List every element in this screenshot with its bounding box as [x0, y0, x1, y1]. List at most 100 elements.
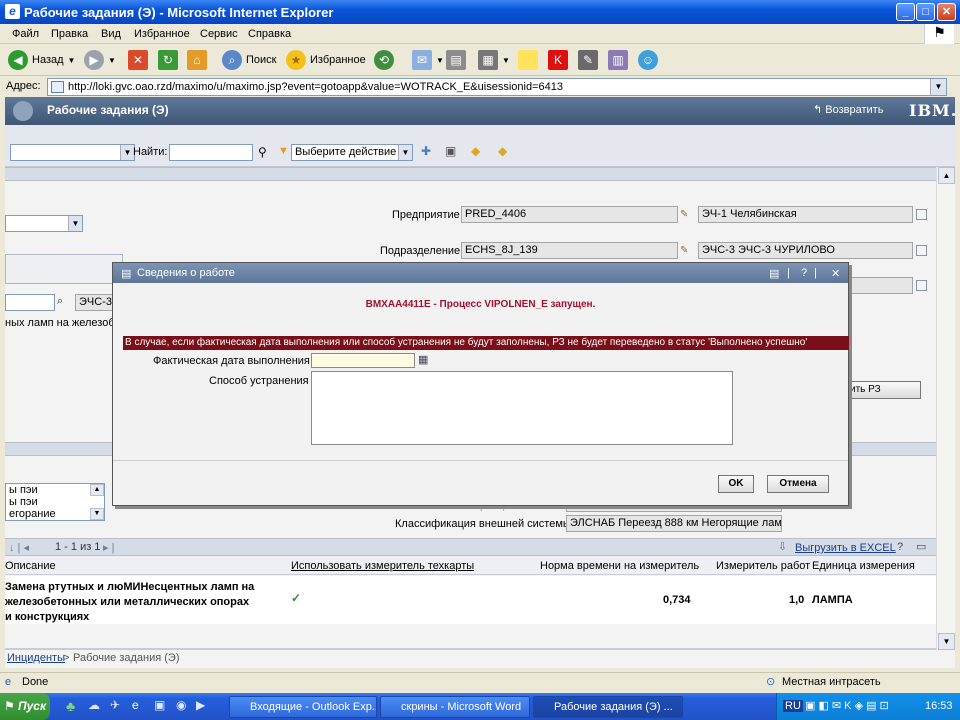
detail-menu-icon[interactable]: ✎: [680, 210, 690, 220]
pager-next-icon[interactable]: ▸ |: [103, 541, 114, 554]
next-icon[interactable]: ◆: [498, 144, 507, 158]
page-scrollbar[interactable]: ▲ ▼: [936, 167, 955, 650]
messenger-button[interactable]: ☺: [638, 49, 658, 71]
action-select[interactable]: Выберите действие ▼: [291, 144, 413, 161]
quicklaunch-icon[interactable]: ✈: [110, 698, 120, 712]
collapse-icon[interactable]: ▭: [916, 540, 926, 553]
list-icon[interactable]: [916, 280, 927, 291]
division-label: Подразделение: [380, 245, 461, 257]
enterprise-label: Предприятие: [392, 209, 460, 221]
list-icon[interactable]: [916, 209, 927, 220]
detail-menu-icon[interactable]: ✎: [680, 246, 690, 256]
query-select[interactable]: ▼: [10, 144, 135, 161]
problem-list[interactable]: ы пэи ы пэи егорание ▲ ▼: [5, 483, 105, 521]
col-norm-time[interactable]: Норма времени на измеритель: [540, 560, 699, 572]
language-indicator[interactable]: RU: [783, 700, 803, 712]
menu-view[interactable]: Вид: [101, 28, 121, 40]
clock: 16:53: [925, 700, 953, 712]
find-input[interactable]: [169, 144, 253, 161]
save-icon[interactable]: ▣: [445, 144, 456, 158]
tool-icon: ✎: [578, 50, 598, 70]
kaspersky-icon: K: [548, 50, 568, 70]
refresh-icon: ↻: [158, 50, 178, 70]
quicklaunch-icon[interactable]: ◉: [176, 698, 186, 712]
breadcrumb-link[interactable]: Инциденты: [7, 652, 65, 664]
menu-help[interactable]: Справка: [248, 28, 291, 40]
use-meter-checkbox[interactable]: ✓: [291, 592, 302, 604]
maximize-button[interactable]: □: [916, 3, 935, 21]
forward-button[interactable]: ▶ ▼: [84, 49, 116, 71]
back-button[interactable]: ◀ Назад ▼: [8, 49, 75, 71]
binoculars-icon[interactable]: ⚲: [258, 145, 267, 159]
download-icon[interactable]: ⇩: [778, 540, 787, 553]
menu-tools[interactable]: Сервис: [200, 28, 238, 40]
address-label: Адрес:: [6, 80, 41, 92]
quicklaunch-icon[interactable]: ▣: [154, 698, 165, 712]
quicklaunch-tree-icon[interactable]: ♣: [66, 698, 75, 714]
quicklaunch-media-icon[interactable]: ▶: [196, 698, 205, 712]
close-button[interactable]: ✕: [937, 3, 956, 21]
return-link[interactable]: ↰ Возвратить: [813, 103, 883, 116]
scroll-down-icon[interactable]: ▼: [938, 633, 955, 650]
home-button[interactable]: ⌂: [187, 49, 207, 71]
ext-class-input[interactable]: ЭЛСНАБ Переезд 888 км Негорящие лампы: [566, 515, 782, 532]
search-button[interactable]: ⌕ Поиск: [222, 49, 276, 71]
history-button[interactable]: ⟲: [374, 49, 394, 71]
side-action-button[interactable]: ить РЗ: [841, 381, 921, 399]
kaspersky-button[interactable]: K: [548, 49, 568, 71]
menu-edit[interactable]: Правка: [51, 28, 88, 40]
windows-flag-icon: ⚑: [924, 24, 954, 44]
scroll-down-icon[interactable]: ▼: [90, 508, 104, 520]
mail-button[interactable]: ✉ ▼: [412, 49, 444, 71]
refresh-button[interactable]: ↻: [158, 49, 178, 71]
warning-banner: В случае, если фактическая дата выполнен…: [123, 336, 849, 350]
task-outlook[interactable]: Входящие - Outlook Exp...: [229, 696, 377, 718]
col-use-meter[interactable]: Использовать измеритель техкарты: [291, 560, 474, 572]
chevron-down-icon[interactable]: ▼: [930, 79, 946, 95]
app-toolbar: ▼ Найти: ⚲ ▼ Выберите действие ▼ ✚ ▣ ◆ ◆: [5, 125, 955, 167]
stop-button[interactable]: ✕: [128, 49, 148, 71]
pager-prev-icon[interactable]: ↓ | ◂: [9, 541, 29, 554]
calendar-icon[interactable]: ▦: [418, 353, 428, 366]
list-icon[interactable]: [916, 245, 927, 256]
help-icon[interactable]: ?: [801, 267, 807, 279]
scroll-up-icon[interactable]: ▲: [938, 167, 955, 184]
bookmark-icon[interactable]: ▤: [769, 267, 779, 280]
task-word[interactable]: скрины - Microsoft Word: [380, 696, 530, 718]
left-code-input[interactable]: [5, 294, 55, 311]
quicklaunch-icon[interactable]: ☁: [88, 698, 100, 712]
export-excel-link[interactable]: Выгрузить в EXCEL: [795, 542, 896, 554]
search-icon[interactable]: ⌕: [57, 295, 63, 308]
col-work-meter[interactable]: Измеритель работ: [716, 560, 810, 572]
quicklaunch-ie-icon[interactable]: e: [132, 698, 139, 712]
task-ie[interactable]: Рабочие задания (Э) ...: [533, 696, 683, 718]
tray-icons[interactable]: ▣ ◧ ✉ K ◈ ▤ ⊡: [805, 699, 889, 712]
col-unit[interactable]: Единица измерения: [812, 560, 915, 572]
enterprise-input[interactable]: PRED_4406: [461, 206, 678, 223]
close-icon[interactable]: ✕: [831, 267, 840, 280]
note-button[interactable]: [518, 49, 538, 71]
research-button[interactable]: ▥: [608, 49, 628, 71]
print-button[interactable]: ▤: [446, 49, 466, 71]
ok-button[interactable]: OK: [718, 475, 754, 493]
method-textarea[interactable]: [311, 371, 733, 445]
table-row[interactable]: Замена ртутных и люМИНесцентных ламп на …: [5, 576, 936, 624]
division-input[interactable]: ECHS_8J_139: [461, 242, 678, 259]
menu-favorites[interactable]: Избранное: [134, 28, 190, 40]
left-select[interactable]: ▼: [5, 215, 83, 232]
actual-date-input[interactable]: [311, 353, 415, 368]
col-description[interactable]: Описание: [5, 560, 56, 572]
scroll-up-icon[interactable]: ▲: [90, 484, 104, 496]
minimize-button[interactable]: _: [896, 3, 915, 21]
menu-file[interactable]: Файл: [12, 28, 39, 40]
address-input[interactable]: http://loki.gvc.oao.rzd/maximo/u/maximo.…: [47, 78, 947, 96]
tool-button[interactable]: ✎: [578, 49, 598, 71]
previous-icon[interactable]: ◆: [471, 144, 480, 158]
favorites-button[interactable]: ★ Избранное: [286, 49, 366, 71]
new-record-icon[interactable]: ✚: [421, 144, 431, 158]
edit-button[interactable]: ▦ ▼: [478, 49, 510, 71]
browser-toolbar: ◀ Назад ▼ ▶ ▼ ✕ ↻ ⌂ ⌕ Поиск ★ Избранное …: [0, 44, 960, 76]
help-icon[interactable]: ?: [897, 541, 903, 553]
cancel-button[interactable]: Отмена: [767, 475, 829, 493]
list-item[interactable]: ы пэи: [9, 496, 104, 508]
